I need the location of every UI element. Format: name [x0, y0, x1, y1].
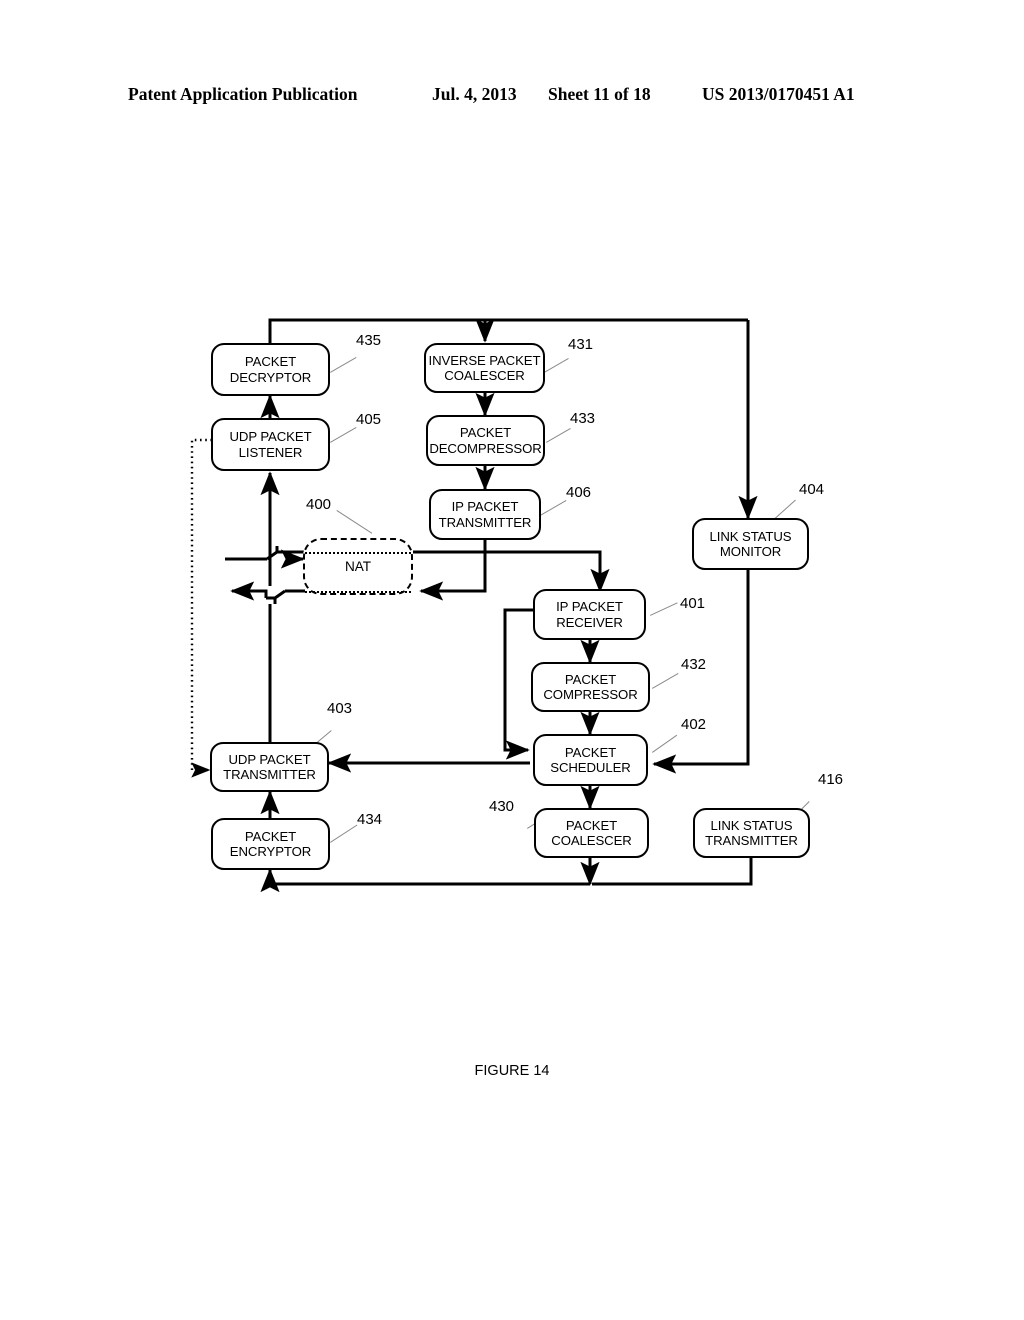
node-link-status-monitor[interactable]: LINK STATUS MONITOR	[692, 518, 809, 570]
node-label-line2: DECOMPRESSOR	[429, 440, 542, 456]
node-ip-packet-receiver[interactable]: IP PACKET RECEIVER	[533, 589, 646, 640]
node-label-line2: COALESCER	[551, 833, 632, 848]
ref-number-402: 402	[681, 716, 707, 733]
node-udp-packet-transmitter[interactable]: UDP PACKET TRANSMITTER	[210, 742, 329, 792]
ref-number-403: 403	[327, 700, 353, 717]
connector-wires	[190, 318, 758, 893]
node-label-line1: PACKET	[459, 425, 512, 440]
ref-number-435: 435	[356, 332, 382, 349]
figure-caption: FIGURE 14	[474, 1063, 550, 1079]
node-label-line2: COMPRESSOR	[543, 687, 638, 702]
ref-number-400: 400	[306, 496, 332, 513]
node-label-line1: UDP PACKET	[228, 751, 311, 767]
ref-number-416: 416	[818, 771, 844, 788]
node-label-line2: TRANSMITTER	[705, 833, 798, 848]
node-label-line2: MONITOR	[719, 544, 782, 559]
ref-number-434: 434	[357, 811, 383, 828]
node-label-line1: IP PACKET	[556, 599, 623, 614]
ref-number-430: 430	[489, 798, 515, 815]
node-link-status-transmitter[interactable]: LINK STATUS TRANSMITTER	[693, 808, 810, 858]
node-packet-scheduler[interactable]: PACKET SCHEDULER	[533, 734, 648, 786]
node-packet-encryptor[interactable]: PACKET ENCRYPTOR	[211, 818, 330, 870]
ref-number-401: 401	[680, 595, 706, 612]
node-label-line1: LINK STATUS	[709, 528, 792, 544]
ref-number-432: 432	[681, 656, 707, 673]
node-label-line1: LINK STATUS	[710, 817, 793, 833]
node-label-line1: NAT	[345, 558, 371, 574]
node-label-line1: IP PACKET	[451, 499, 519, 514]
node-label-line2: TRANSMITTER	[223, 767, 316, 782]
node-label-line2: LISTENER	[238, 444, 303, 460]
node-label-line1: PACKET	[244, 828, 297, 844]
ref-number-404: 404	[799, 481, 825, 498]
node-label-line2: SCHEDULER	[550, 760, 631, 775]
nat-upper-channel	[305, 552, 411, 554]
node-label-line1: INVERSE PACKET	[428, 352, 541, 368]
node-label-line1: PACKET	[565, 817, 618, 833]
node-label-line1: PACKET	[564, 744, 617, 760]
node-label-line2: TRANSMITTER	[438, 514, 532, 530]
node-label-line2: COALESCER	[444, 368, 525, 383]
ref-number-431: 431	[568, 336, 594, 353]
ref-number-433: 433	[570, 410, 596, 427]
node-label-line1: PACKET	[244, 354, 297, 369]
node-udp-packet-listener[interactable]: UDP PACKET LISTENER	[211, 418, 330, 471]
node-label-line2: DECRYPTOR	[229, 369, 312, 385]
nat-lower-channel	[305, 591, 411, 593]
node-nat[interactable]: NAT	[303, 538, 413, 595]
node-packet-decryptor[interactable]: PACKET DECRYPTOR	[211, 343, 330, 396]
node-label-line1: PACKET	[564, 671, 617, 687]
node-inverse-packet-coalescer[interactable]: INVERSE PACKET COALESCER	[424, 343, 545, 393]
node-packet-coalescer[interactable]: PACKET COALESCER	[534, 808, 649, 858]
node-label-line1: UDP PACKET	[229, 429, 312, 444]
node-packet-decompressor[interactable]: PACKET DECOMPRESSOR	[426, 415, 545, 466]
ref-number-405: 405	[356, 411, 382, 428]
node-label-line2: RECEIVER	[556, 614, 623, 630]
node-label-line2: ENCRYPTOR	[229, 844, 312, 859]
node-packet-compressor[interactable]: PACKET COMPRESSOR	[531, 662, 650, 712]
node-ip-packet-transmitter[interactable]: IP PACKET TRANSMITTER	[429, 489, 541, 540]
ref-number-406: 406	[566, 484, 592, 501]
figure-14-diagram: PACKET DECRYPTOR 435 UDP PACKET LISTENER…	[0, 0, 1024, 1320]
